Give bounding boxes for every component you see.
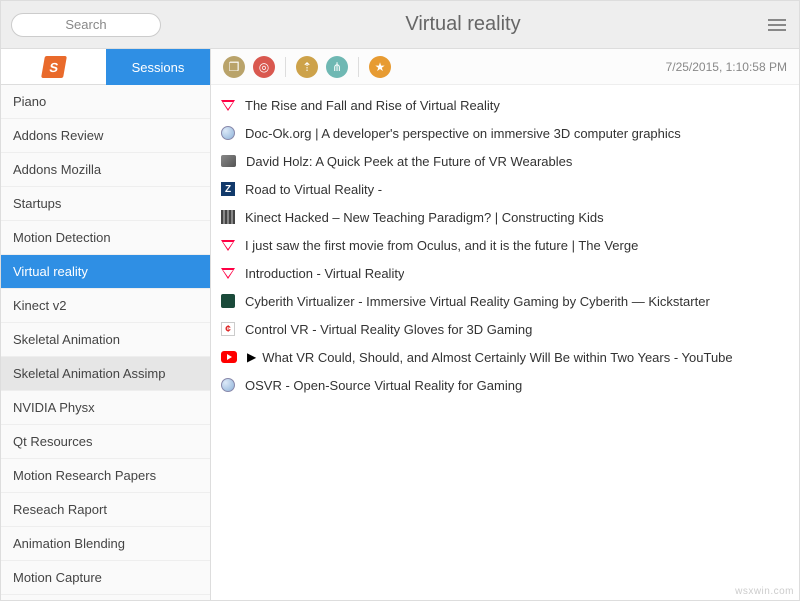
header: Search Virtual reality — [1, 1, 799, 49]
sidebar-item[interactable]: Skeletal Animation — [1, 323, 210, 357]
sidebar-item[interactable]: Startups — [1, 187, 210, 221]
list-item[interactable]: David Holz: A Quick Peek at the Future o… — [211, 147, 799, 175]
sidebar-item[interactable]: Skeletal Animation Assimp — [1, 357, 210, 391]
item-title: OSVR - Open-Source Virtual Reality for G… — [245, 378, 522, 393]
app-logo[interactable]: S — [1, 49, 106, 85]
sidebar-item[interactable]: Kinect v2 — [1, 289, 210, 323]
sidebar-item[interactable]: Virtual reality — [1, 255, 210, 289]
item-title: Road to Virtual Reality - — [245, 182, 382, 197]
sidebar: S Sessions PianoAddons ReviewAddons Mozi… — [1, 49, 211, 600]
body: S Sessions PianoAddons ReviewAddons Mozi… — [1, 49, 799, 600]
favicon-img-icon — [221, 155, 236, 167]
favicon-verge-icon — [221, 100, 235, 111]
bookmark-list[interactable]: The Rise and Fall and Rise of Virtual Re… — [211, 85, 799, 600]
favicon-globe-icon — [221, 126, 235, 140]
sidebar-item[interactable]: Piano — [1, 85, 210, 119]
tab-sessions[interactable]: Sessions — [106, 49, 210, 85]
content-pane: ❒ ◎ ⇡ ⋔ ★ 7/25/2015, 1:10:58 PM The Rise and… — [211, 49, 799, 600]
sidebar-item[interactable]: Animation Blending — [1, 527, 210, 561]
sidebar-item[interactable]: Motion Research Papers — [1, 459, 210, 493]
sidebar-item[interactable]: Motion Capture — [1, 561, 210, 595]
stack-icon[interactable]: ❒ — [223, 56, 245, 78]
favicon-verge-icon — [221, 240, 235, 251]
favicon-yt-icon — [221, 351, 237, 363]
list-item[interactable]: Doc-Ok.org | A developer's perspective o… — [211, 119, 799, 147]
sidebar-item[interactable]: Home - Networking — [1, 595, 210, 600]
list-item[interactable]: I just saw the first movie from Oculus, … — [211, 231, 799, 259]
item-title: Doc-Ok.org | A developer's perspective o… — [245, 126, 681, 141]
item-title: Cyberith Virtualizer - Immersive Virtual… — [245, 294, 710, 309]
page-title: Virtual reality — [161, 13, 765, 36]
list-item[interactable]: Cyberith Virtualizer - Immersive Virtual… — [211, 287, 799, 315]
item-title: I just saw the first movie from Oculus, … — [245, 238, 638, 253]
timestamp: 7/25/2015, 1:10:58 PM — [666, 60, 787, 74]
play-icon: ▶ — [247, 350, 256, 364]
logo-icon: S — [41, 56, 67, 78]
share-icon[interactable]: ⋔ — [326, 56, 348, 78]
search-input[interactable]: Search — [11, 13, 161, 37]
favicon-c-icon: ¢ — [221, 322, 235, 336]
app-window: Search Virtual reality S Sessions PianoA… — [0, 0, 800, 601]
favicon-px-icon — [221, 210, 235, 224]
list-item[interactable]: OSVR - Open-Source Virtual Reality for G… — [211, 371, 799, 399]
favicon-z-icon: Z — [221, 182, 235, 196]
list-item[interactable]: ¢ Control VR - Virtual Reality Gloves for… — [211, 315, 799, 343]
toolbar: ❒ ◎ ⇡ ⋔ ★ 7/25/2015, 1:10:58 PM — [211, 49, 799, 85]
session-list[interactable]: PianoAddons ReviewAddons MozillaStartups… — [1, 85, 210, 600]
item-title: Control VR - Virtual Reality Gloves for … — [245, 322, 532, 337]
item-title: The Rise and Fall and Rise of Virtual Re… — [245, 98, 500, 113]
favicon-verge-icon — [221, 268, 235, 279]
item-title: Kinect Hacked – New Teaching Paradigm? |… — [245, 210, 604, 225]
toolbar-separator — [358, 57, 359, 77]
item-title: What VR Could, Should, and Almost Certai… — [262, 350, 732, 365]
list-item[interactable]: Introduction - Virtual Reality — [211, 259, 799, 287]
sidebar-header: S Sessions — [1, 49, 210, 85]
sidebar-item[interactable]: Motion Detection — [1, 221, 210, 255]
pin-icon[interactable]: ⇡ — [296, 56, 318, 78]
list-item[interactable]: ▶ What VR Could, Should, and Almost Certa… — [211, 343, 799, 371]
item-title: David Holz: A Quick Peek at the Future o… — [246, 154, 572, 169]
toolbar-separator — [285, 57, 286, 77]
sidebar-item[interactable]: Addons Review — [1, 119, 210, 153]
item-title: Introduction - Virtual Reality — [245, 266, 404, 281]
favicon-dark2-icon — [221, 294, 235, 308]
photo-icon[interactable]: ◎ — [253, 56, 275, 78]
sidebar-item[interactable]: NVIDIA Physx — [1, 391, 210, 425]
sidebar-item[interactable]: Qt Resources — [1, 425, 210, 459]
watermark: wsxwin.com — [735, 586, 794, 597]
list-item[interactable]: Kinect Hacked – New Teaching Paradigm? |… — [211, 203, 799, 231]
star-icon[interactable]: ★ — [369, 56, 391, 78]
hamburger-menu-icon[interactable] — [765, 13, 789, 37]
list-item[interactable]: Z Road to Virtual Reality - — [211, 175, 799, 203]
sidebar-item[interactable]: Reseach Raport — [1, 493, 210, 527]
sidebar-item[interactable]: Addons Mozilla — [1, 153, 210, 187]
list-item[interactable]: The Rise and Fall and Rise of Virtual Re… — [211, 91, 799, 119]
favicon-globe-icon — [221, 378, 235, 392]
